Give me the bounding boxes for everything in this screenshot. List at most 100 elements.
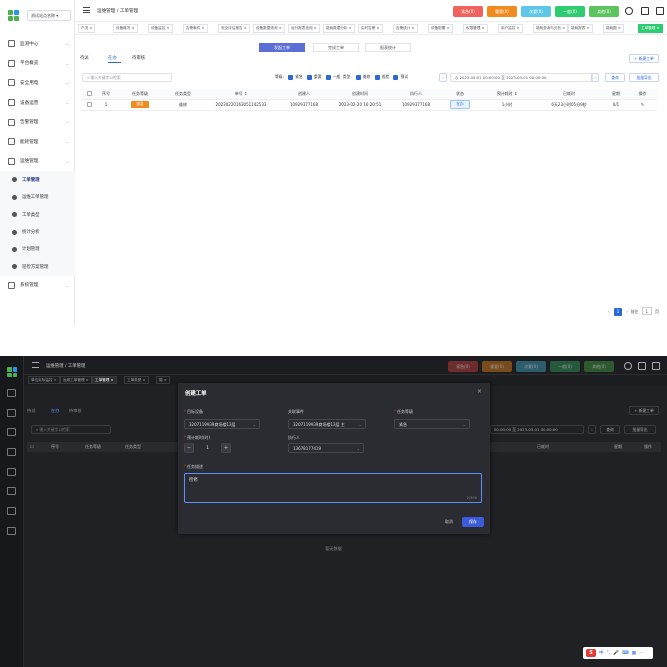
tab[interactable]: 告警事件 × [183, 24, 208, 33]
menu-toggle-icon[interactable] [32, 362, 39, 368]
page-goto-input[interactable]: 1 [641, 307, 652, 315]
close-icon[interactable]: × [243, 26, 247, 30]
sidebar-item[interactable]: 监测中心 ⌄ [0, 34, 75, 54]
more-icon[interactable]: ⋯ [639, 651, 644, 656]
alarm-badge[interactable]: 其他(0) [584, 361, 614, 372]
edit-icon[interactable]: ✎ [628, 99, 657, 111]
close-icon[interactable]: × [88, 26, 92, 30]
nav-device-icon[interactable] [7, 448, 16, 456]
keyboard-icon[interactable]: ⌨ [622, 651, 629, 656]
checkbox-icon[interactable] [288, 74, 294, 80]
checkbox-icon[interactable] [355, 74, 361, 80]
tab[interactable]: 工单管理 × [638, 24, 663, 33]
checkbox-icon[interactable] [86, 90, 92, 96]
export-button[interactable]: 批量导出 [629, 73, 659, 82]
date-next-button[interactable]: › [591, 73, 599, 82]
cancel-button[interactable]: 取消 [439, 517, 459, 527]
nav-alarm-icon[interactable] [7, 468, 16, 476]
microphone-icon[interactable]: 🎤 [613, 651, 619, 656]
nav-system-icon[interactable] [7, 527, 16, 535]
new-order-button[interactable]: + 新建工单 [629, 406, 659, 415]
ime-punct[interactable]: °, [607, 651, 611, 656]
tab[interactable]: 设备数据查询 × [253, 24, 285, 33]
settings-icon[interactable] [624, 362, 632, 370]
tab[interactable]: 告警统计 × [393, 24, 418, 33]
checkbox-icon[interactable] [86, 101, 92, 107]
tab[interactable]: 工单管理 × [92, 376, 117, 384]
page-current[interactable]: 1 [614, 308, 622, 316]
tab[interactable]: 用户监控 × [498, 24, 523, 33]
plus-button[interactable]: + [220, 443, 231, 453]
table-row[interactable]: 1 紧急 维修 20230220163051142533 10929377168 2023… [82, 99, 657, 111]
column-checkbox-icon[interactable]: ☐ [30, 444, 34, 449]
sidebar-item[interactable]: 运维管理 ⌄ [0, 152, 75, 172]
query-button[interactable]: 查询 [605, 73, 625, 82]
close-icon[interactable]: × [165, 26, 170, 30]
checkbox-icon[interactable] [325, 74, 331, 80]
tab[interactable]: 能耗报表 × [568, 24, 593, 33]
close-icon[interactable]: × [445, 26, 450, 30]
tab[interactable]: 运维工单管理 × [60, 376, 92, 384]
tab[interactable]: 能耗图 × [603, 24, 624, 33]
sidebar-subitem[interactable]: 工单类型 [0, 205, 75, 224]
menu-toggle-icon[interactable] [83, 7, 90, 13]
close-icon[interactable]: × [410, 26, 415, 30]
alarm-badge[interactable]: 次要(0) [516, 361, 546, 372]
checkbox-icon[interactable] [393, 74, 399, 80]
new-order-button[interactable]: + 新建工单 [629, 54, 659, 63]
close-icon[interactable]: × [375, 26, 380, 30]
subtab-pending[interactable]: 待派 [80, 55, 89, 61]
close-icon[interactable]: × [163, 378, 167, 382]
close-icon[interactable]: × [53, 378, 57, 382]
row-checkbox[interactable] [82, 99, 96, 111]
date-prev-button[interactable]: ‹ [439, 73, 447, 82]
sidebar-subitem[interactable]: 巡检方案管理 [0, 258, 75, 276]
search-input[interactable]: ⌕ 输入关键字以检索 [82, 73, 172, 82]
sidebar-subitem[interactable]: 运维工单管理 [0, 188, 75, 206]
tab[interactable]: 能耗数据分析 × [323, 24, 355, 33]
tab[interactable]: 运行报表查询 × [288, 24, 320, 33]
sidebar-item[interactable]: 设备运营 ⌄ [0, 93, 75, 113]
subtab-in-progress[interactable]: 在办 [51, 408, 59, 414]
close-icon[interactable]: × [85, 378, 89, 382]
close-icon[interactable]: × [561, 26, 565, 30]
close-icon[interactable]: × [480, 26, 485, 30]
checkbox-icon[interactable] [374, 74, 380, 80]
date-next-button[interactable]: › [588, 425, 596, 434]
description-textarea[interactable]: 检修 2/300 [184, 473, 482, 503]
close-icon[interactable]: × [348, 26, 352, 30]
alarm-badge[interactable]: 重要(0) [482, 361, 512, 372]
close-icon[interactable]: × [617, 26, 621, 30]
tab[interactable]: 工单类型 × [124, 376, 149, 384]
close-icon[interactable]: × [313, 26, 317, 30]
search-input[interactable]: ⌕ 输入关键字以检索 [31, 425, 111, 434]
save-button[interactable]: 保存 [462, 517, 484, 527]
tab[interactable]: 设备概况 × [113, 24, 138, 33]
close-icon[interactable]: × [141, 378, 146, 382]
select-all-checkbox[interactable] [82, 89, 96, 100]
close-icon[interactable]: × [477, 388, 482, 395]
alarm-badge[interactable]: 次要(0) [521, 6, 551, 17]
alarm-badge[interactable]: 其他(0) [589, 6, 619, 17]
tab[interactable]: 户况 × [78, 24, 96, 33]
sidebar-item[interactable]: 系统管理 ⌄ [0, 276, 75, 296]
close-icon[interactable]: × [585, 26, 590, 30]
user-icon[interactable] [641, 7, 649, 15]
tab[interactable]: 能 × [156, 376, 170, 384]
nav-monitor-icon[interactable] [7, 389, 16, 397]
subtab-review[interactable]: 待审核 [69, 408, 82, 414]
sidebar-item[interactable]: 平台概览 ⌄ [0, 54, 75, 74]
export-button[interactable]: 批量导出 [624, 425, 656, 434]
sogou-ime-icon[interactable]: S [586, 649, 596, 657]
device-select[interactable]: 3207119939商场楼13层 ⌄ [184, 419, 260, 429]
close-icon[interactable]: × [200, 26, 205, 30]
minus-button[interactable]: − [184, 443, 194, 453]
subtab-pending[interactable]: 待派 [27, 408, 35, 414]
executor-select[interactable]: 13678177419 ⌄ [288, 443, 364, 453]
grid-icon[interactable] [656, 7, 664, 15]
alarm-badge[interactable]: 紧急(0) [453, 6, 483, 17]
nav-safety-icon[interactable] [7, 428, 16, 436]
checkbox-icon[interactable] [306, 74, 312, 80]
tab[interactable]: 安全评估报告 × [218, 24, 250, 33]
tab[interactable]: 单位实际监控 × [28, 376, 60, 384]
